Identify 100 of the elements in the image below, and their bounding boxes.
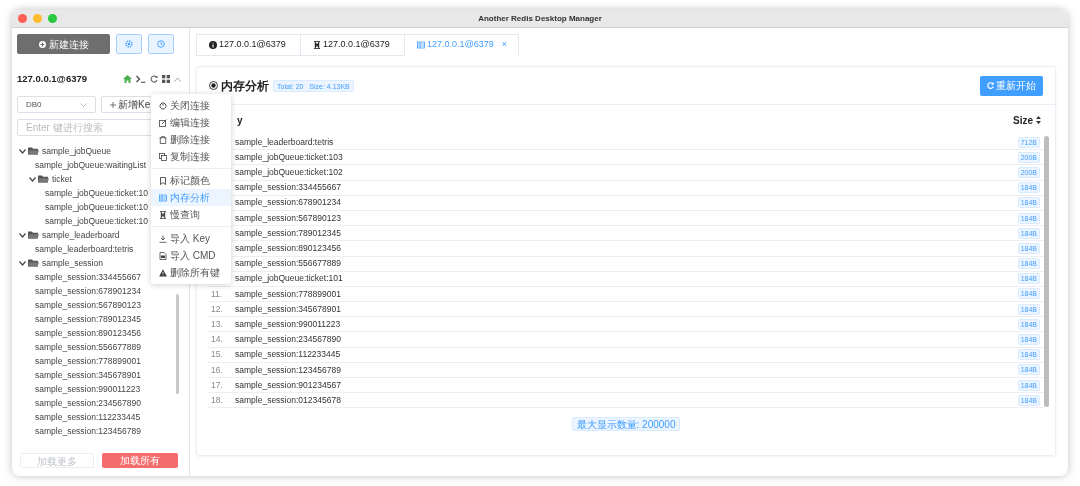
tree-key-name[interactable]: sample_session:234567890 bbox=[35, 396, 141, 410]
tree-key-name[interactable]: sample_session:345678901 bbox=[35, 368, 141, 382]
chevron-down-icon bbox=[80, 102, 87, 107]
panel-title: 内存分析 bbox=[221, 77, 269, 95]
maximize-window-icon[interactable] bbox=[48, 14, 57, 23]
tree-key-name[interactable]: sample_jobQueue:ticket:10 bbox=[45, 186, 148, 200]
row-number: 13. bbox=[210, 317, 224, 331]
copy-icon bbox=[159, 152, 167, 161]
key-cell[interactable]: sample_session:012345678 bbox=[235, 393, 1018, 407]
chevron-down-icon[interactable] bbox=[19, 148, 26, 154]
key-cell[interactable]: sample_jobQueue:ticket:103 bbox=[235, 150, 1018, 164]
tree-key-name[interactable]: sample_jobQueue:ticket:10 bbox=[45, 200, 148, 214]
tab[interactable]: 127.0.0.1@6379 bbox=[196, 34, 301, 56]
home-icon[interactable] bbox=[123, 75, 132, 84]
tree-key-name[interactable]: sample_jobQueue:ticket:10 bbox=[45, 214, 148, 228]
chevron-down-icon[interactable] bbox=[19, 260, 26, 266]
folder-icon bbox=[28, 147, 39, 156]
menu-item[interactable]: 慢查询 bbox=[151, 206, 231, 223]
tree-key-name[interactable]: sample_session:112233445 bbox=[35, 410, 141, 424]
folder-name[interactable]: sample_session bbox=[42, 256, 103, 270]
tree-key-name[interactable]: sample_leaderboard:tetris bbox=[35, 242, 134, 256]
row-number: 16. bbox=[210, 363, 224, 377]
menu-item[interactable]: 标记颜色 bbox=[151, 172, 231, 189]
row-number: 14. bbox=[210, 333, 224, 346]
menu-item[interactable]: 删除所有键 bbox=[151, 264, 231, 281]
connection-name: 127.0.0.1@6379 bbox=[17, 72, 89, 86]
table-icon bbox=[417, 41, 425, 49]
key-cell[interactable]: sample_session:334455667 bbox=[235, 181, 1018, 195]
menu-item[interactable]: 导入 CMD bbox=[151, 247, 231, 264]
key-cell[interactable]: sample_jobQueue:ticket:102 bbox=[235, 166, 1018, 179]
warning-icon bbox=[159, 268, 167, 277]
history-button[interactable] bbox=[148, 34, 174, 54]
tab[interactable]: 127.0.0.1@6379 bbox=[300, 34, 405, 56]
table-icon bbox=[159, 193, 167, 202]
hourglass-icon bbox=[313, 41, 321, 49]
clock-icon bbox=[157, 40, 165, 48]
tree-key-name[interactable]: sample_session:678901234 bbox=[35, 284, 141, 298]
tree-key-name[interactable]: sample_session:123456789 bbox=[35, 424, 141, 438]
max-display-badge: 最大显示数量: 200000 bbox=[571, 417, 681, 432]
plus-icon bbox=[110, 101, 116, 108]
column-header[interactable]: Size bbox=[1013, 112, 1041, 128]
key-cell[interactable]: sample_session:567890123 bbox=[235, 211, 1018, 225]
key-cell[interactable]: sample_session:789012345 bbox=[235, 226, 1018, 240]
tree-key-name[interactable]: sample_session:334455667 bbox=[35, 270, 141, 284]
key-cell[interactable]: sample_session:990011223 bbox=[235, 317, 1018, 331]
refresh-icon bbox=[987, 82, 994, 89]
sort-icon bbox=[1036, 116, 1041, 124]
row-number: 12. bbox=[210, 302, 224, 316]
key-cell[interactable]: sample_session:112233445 bbox=[235, 348, 1018, 362]
grid-icon[interactable] bbox=[162, 75, 170, 84]
menu-item[interactable]: 导入 Key bbox=[151, 230, 231, 247]
radio-icon bbox=[209, 81, 218, 90]
menu-item[interactable]: 复制连接 bbox=[151, 148, 231, 165]
key-cell[interactable]: sample_session:901234567 bbox=[235, 378, 1018, 392]
tree-key-name[interactable]: sample_session:990011223 bbox=[35, 382, 141, 396]
bookmark-icon bbox=[159, 176, 167, 185]
tree-key-name[interactable]: sample_session:556677889 bbox=[35, 340, 141, 354]
chevron-up-icon[interactable] bbox=[174, 76, 181, 82]
settings-button[interactable] bbox=[116, 34, 142, 54]
window-title: Another Redis Desktop Manager bbox=[477, 12, 603, 25]
key-cell[interactable]: sample_session:556677889 bbox=[235, 257, 1018, 270]
edit-icon bbox=[159, 118, 167, 127]
key-cell[interactable]: sample_session:345678901 bbox=[235, 302, 1018, 316]
folder-icon bbox=[28, 231, 39, 240]
tree-key-name[interactable]: sample_session:567890123 bbox=[35, 298, 141, 312]
key-cell[interactable]: sample_session:678901234 bbox=[235, 196, 1018, 210]
tree-key-name[interactable]: sample_session:778899001 bbox=[35, 354, 141, 368]
tree-key-name[interactable]: sample_session:890123456 bbox=[35, 326, 141, 340]
folder-icon bbox=[38, 175, 49, 184]
column-header: y bbox=[237, 113, 244, 128]
new-connection-button[interactable]: 新建连接 bbox=[17, 34, 110, 54]
chevron-down-icon[interactable] bbox=[29, 176, 36, 182]
info-icon bbox=[209, 41, 217, 49]
trash-icon bbox=[159, 135, 167, 144]
terminal-icon[interactable] bbox=[136, 75, 146, 84]
key-cell[interactable]: sample_jobQueue:ticket:101 bbox=[235, 272, 1018, 286]
download-icon bbox=[159, 234, 167, 243]
file-icon bbox=[159, 251, 167, 260]
close-window-icon[interactable] bbox=[18, 14, 27, 23]
key-cell[interactable]: sample_leaderboard:tetris bbox=[235, 135, 1018, 149]
folder-name[interactable]: sample_leaderboard bbox=[42, 228, 120, 242]
key-cell[interactable]: sample_session:234567890 bbox=[235, 333, 1018, 346]
folder-name[interactable]: sample_jobQueue bbox=[42, 144, 111, 158]
row-number: 11. bbox=[210, 287, 224, 301]
db-select[interactable]: DB0 bbox=[17, 96, 96, 114]
key-cell[interactable]: sample_session:890123456 bbox=[235, 242, 1018, 255]
folder-name[interactable]: ticket bbox=[52, 172, 72, 186]
plus-circle-icon bbox=[38, 40, 46, 48]
refresh-icon[interactable] bbox=[150, 75, 158, 84]
settings-icon bbox=[125, 40, 133, 48]
tree-key-name[interactable]: sample_session:789012345 bbox=[35, 312, 141, 326]
tree-key-name[interactable]: sample_jobQueue:waitingList bbox=[35, 158, 147, 172]
scrollbar[interactable] bbox=[1044, 136, 1049, 408]
row-number: 15. bbox=[210, 348, 224, 362]
row-number: 18. bbox=[210, 393, 224, 407]
key-cell[interactable]: sample_session:123456789 bbox=[235, 363, 1018, 377]
power-icon bbox=[159, 101, 167, 110]
minimize-window-icon[interactable] bbox=[33, 14, 42, 23]
chevron-down-icon[interactable] bbox=[19, 232, 26, 238]
key-cell[interactable]: sample_session:778899001 bbox=[235, 287, 1018, 301]
